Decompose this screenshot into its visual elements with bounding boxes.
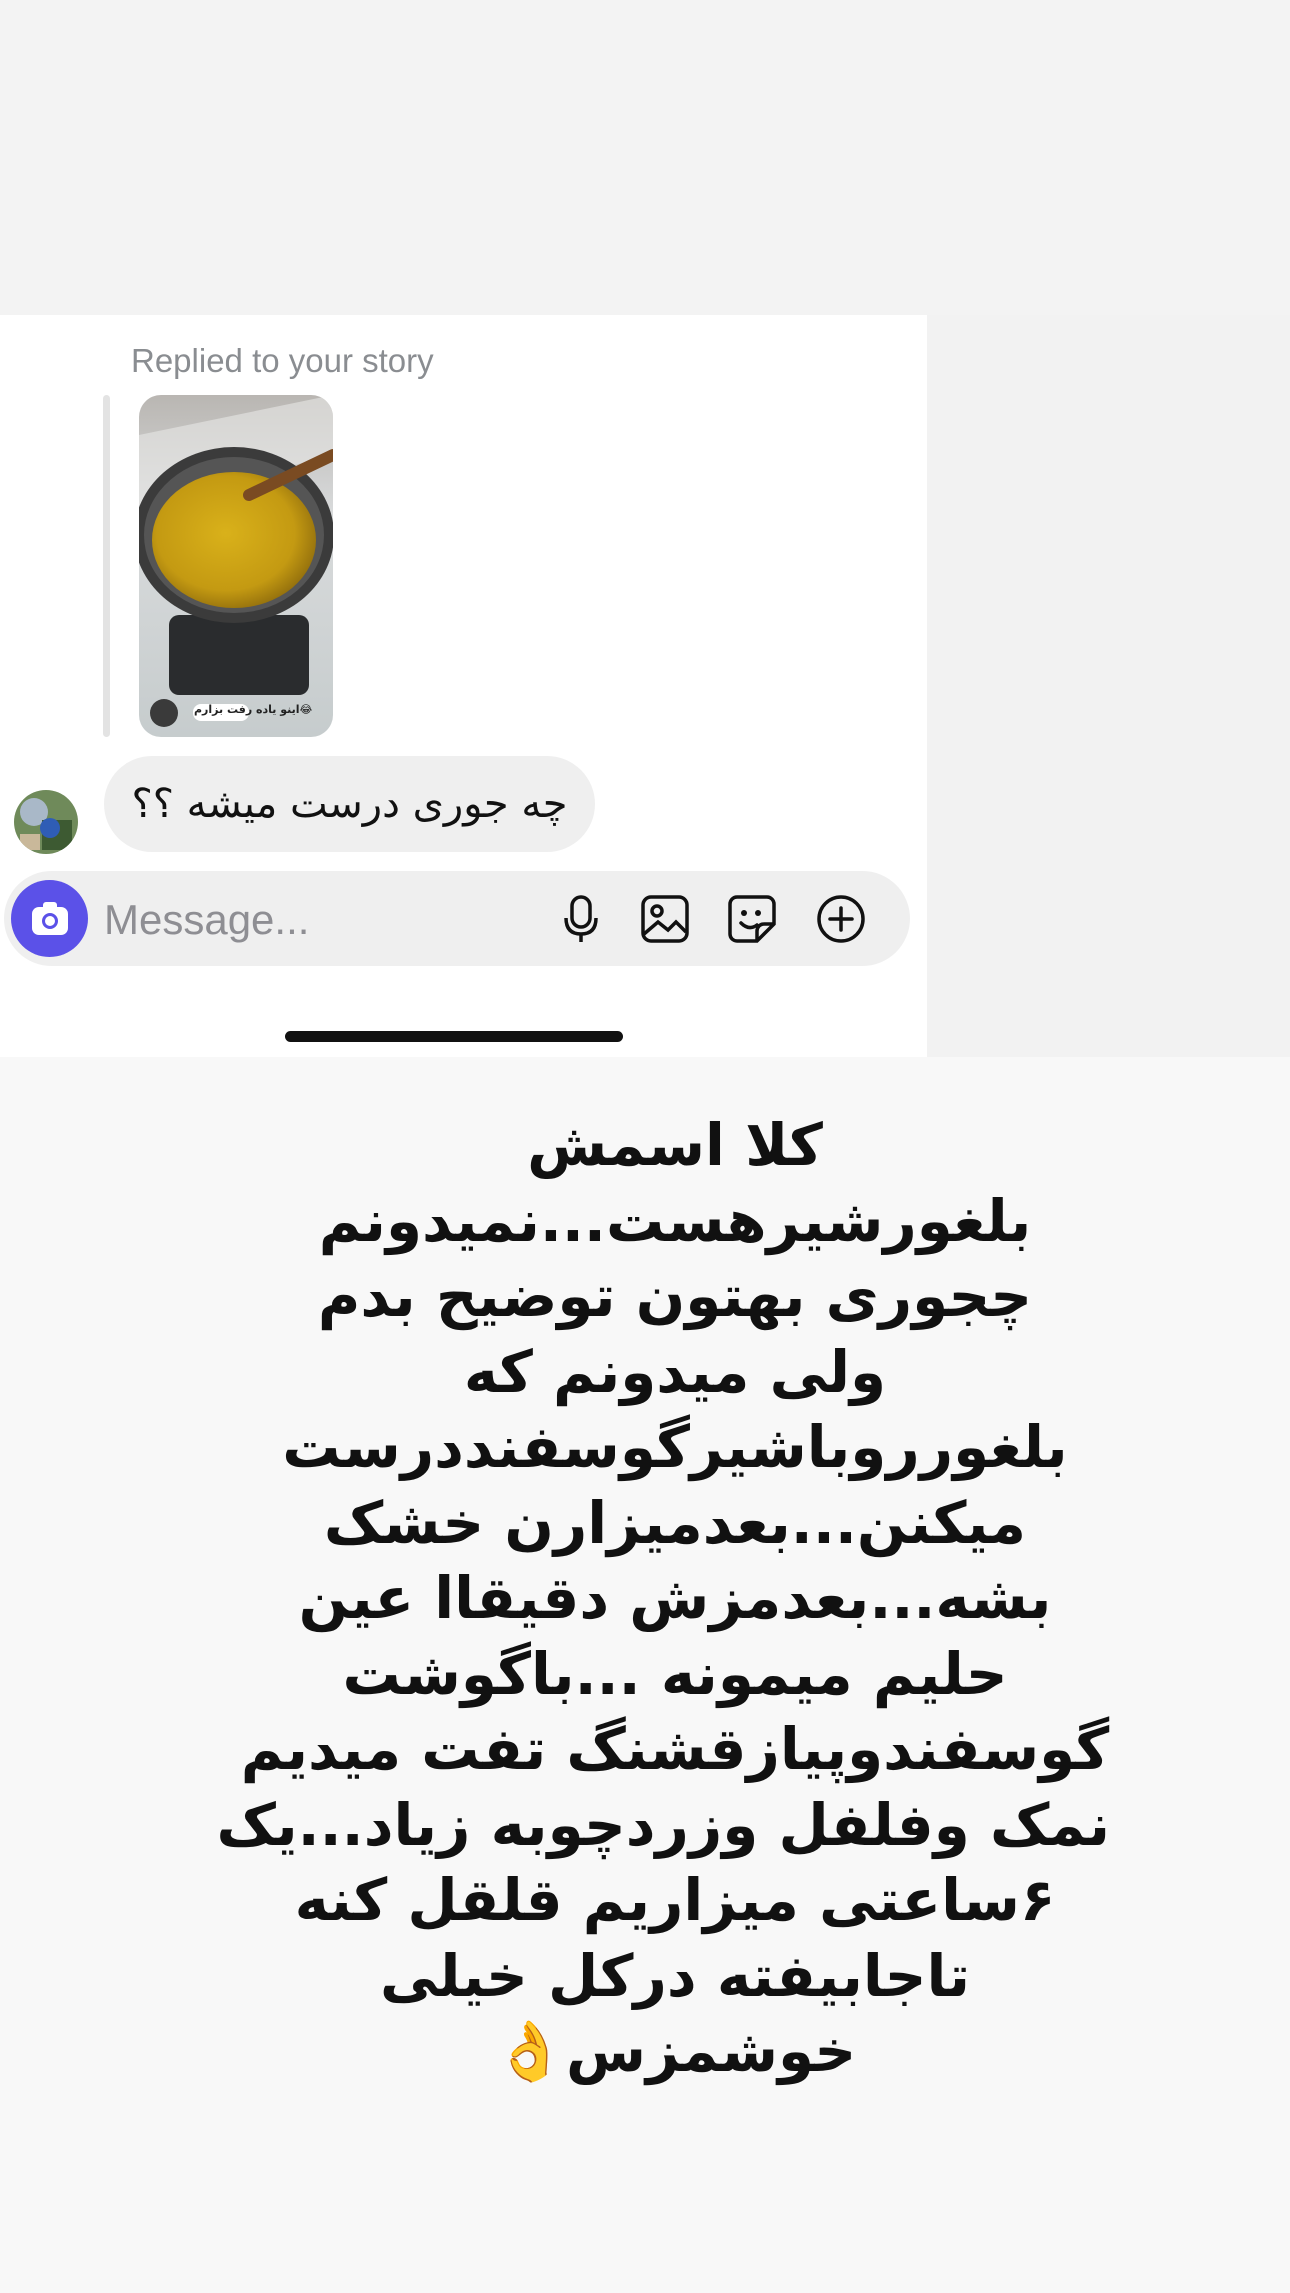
overlay-line: نمک وفلفل وزردچوبه زیاد...یک xyxy=(216,1790,1110,1859)
message-composer xyxy=(4,871,910,966)
overlay-line: ولی میدونم که xyxy=(463,1337,887,1406)
overlay-line: حلیم میمونه ...باگوشت xyxy=(342,1639,1008,1708)
gallery-icon[interactable] xyxy=(639,893,691,945)
overlay-line: گوسفندوپیازقشنگ تفت میدیم xyxy=(240,1715,1110,1783)
message-input[interactable] xyxy=(102,881,526,958)
story-thumbnail[interactable]: اینو یاده رفت بزارم😂 xyxy=(139,395,333,737)
plus-icon[interactable] xyxy=(815,893,867,945)
overlay-line: تاجابیفته درکل خیلی xyxy=(379,1941,971,2010)
overlay-line: ۶ساعتی میزاریم قلقل کنه xyxy=(294,1866,1056,1934)
overlay-line: چجوری بهتون توضیح بدم xyxy=(317,1262,1033,1330)
replied-to-story-label: Replied to your story xyxy=(131,342,434,379)
reply-quote-rule xyxy=(103,395,110,737)
top-background xyxy=(0,0,1290,315)
avatar[interactable] xyxy=(14,790,78,854)
overlay-line: بلغورروباشیرگوسفنددرست xyxy=(282,1413,1068,1481)
home-indicator xyxy=(285,1031,623,1042)
overlay-line: بشه...بعدمزش دقیقاا عین xyxy=(298,1564,1052,1632)
incoming-message-bubble[interactable]: چه جوری درست میشه ؟؟ xyxy=(104,756,595,852)
overlay-line: میکنن...بعدمیزارن خشک xyxy=(323,1488,1027,1557)
overlay-line: بلغورشیرهست...نمیدونم xyxy=(318,1186,1032,1255)
microphone-icon[interactable] xyxy=(555,893,607,945)
story-overlay-text: کلا اسمش بلغورشیرهست...نمیدونم چجوری بهت… xyxy=(216,1108,1110,2090)
sticker-icon[interactable] xyxy=(726,893,778,945)
side-background xyxy=(927,315,1290,1057)
overlay-line: کلا اسمش xyxy=(527,1111,823,1179)
camera-icon[interactable] xyxy=(11,880,88,957)
overlay-line: خوشمزس👌 xyxy=(493,2017,857,2085)
story-thumbnail-caption: اینو یاده رفت بزارم😂 xyxy=(194,703,313,716)
